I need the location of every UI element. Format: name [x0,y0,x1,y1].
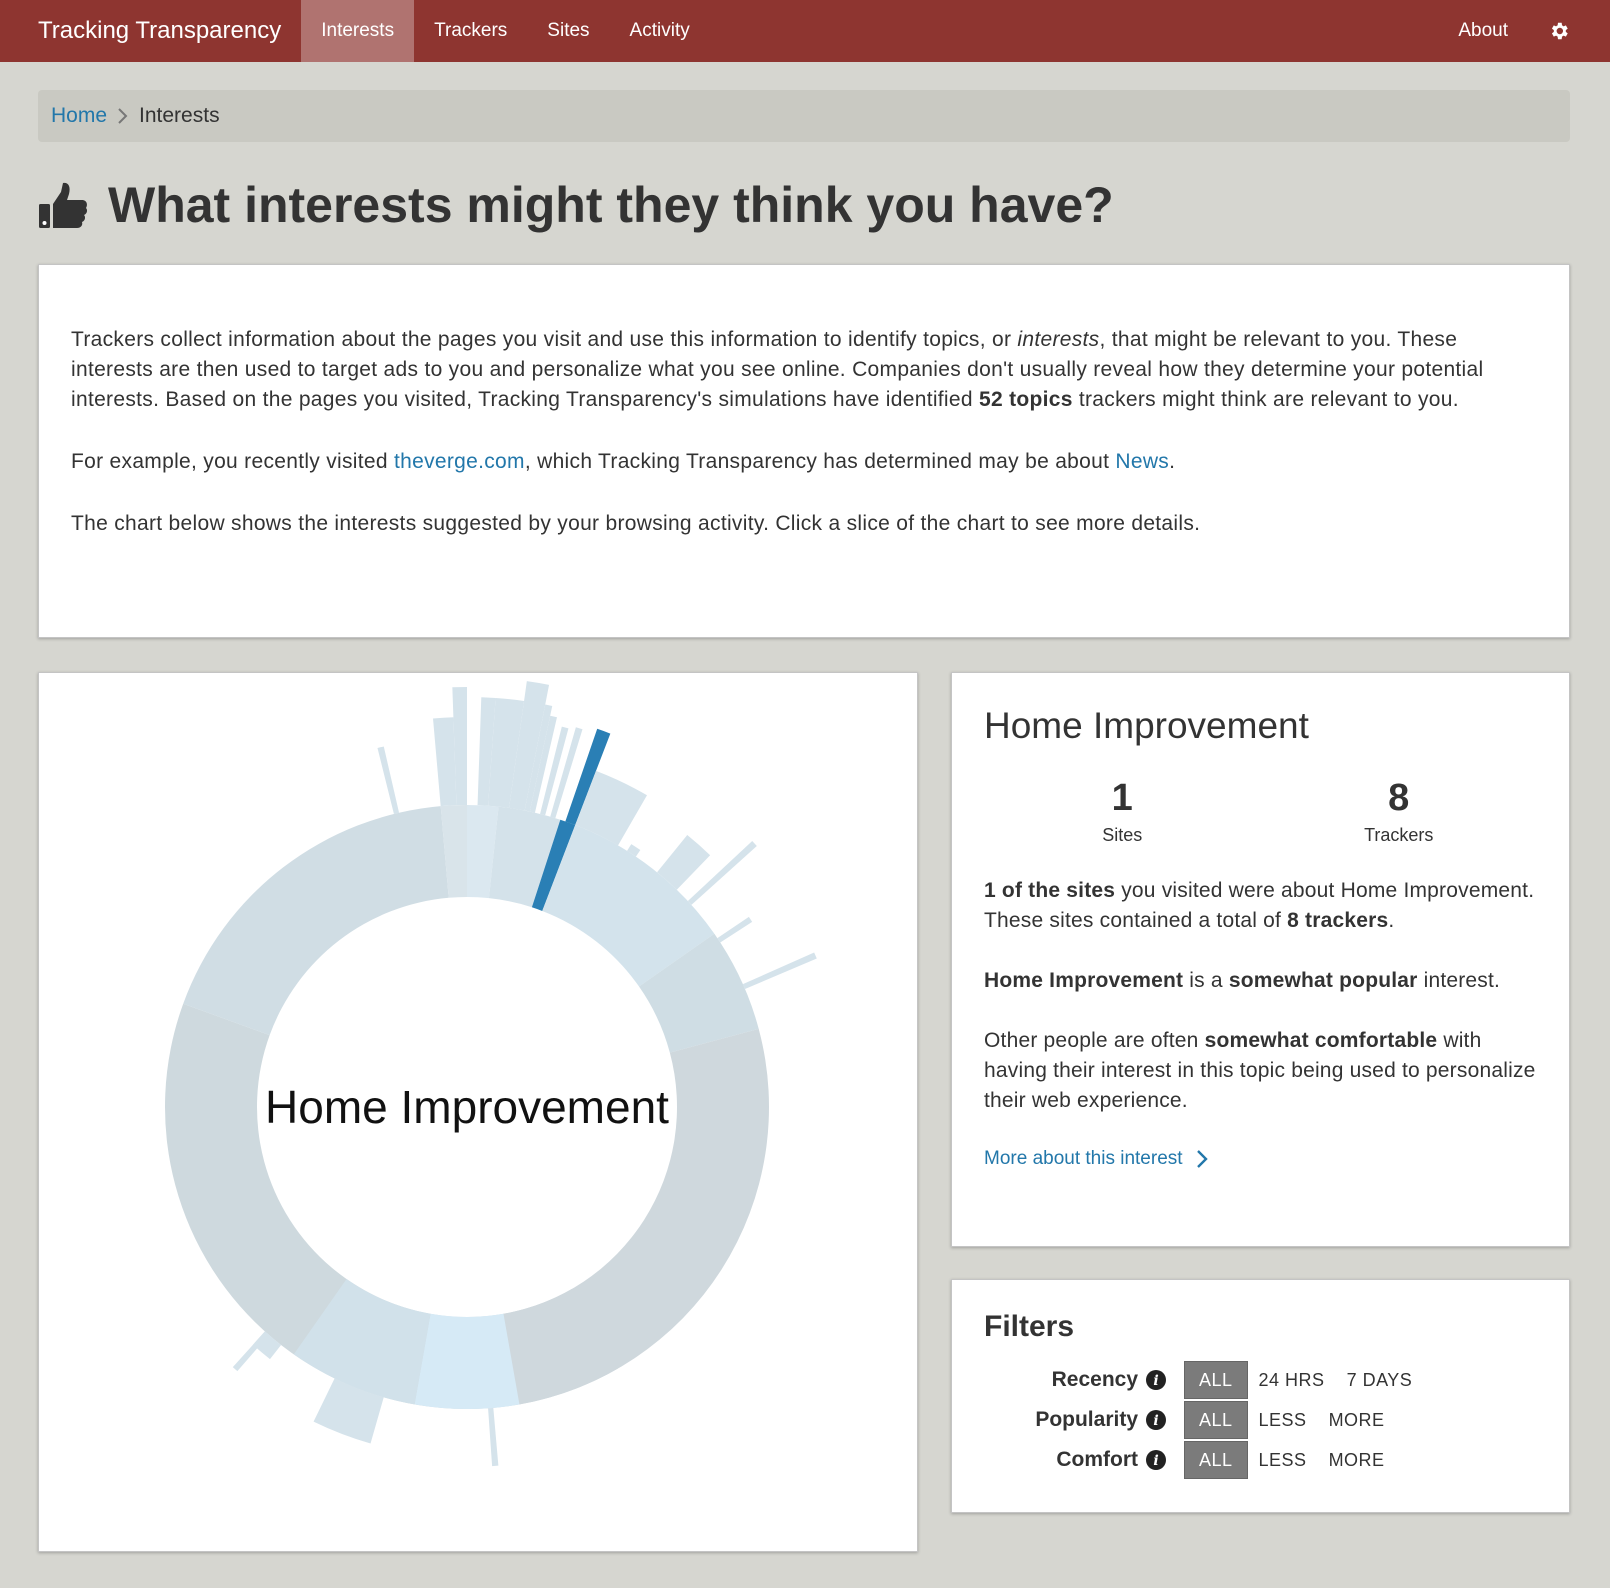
sunburst-outer-slice[interactable] [717,916,753,943]
filters-card: Filters Recency i ALL 24 HRS 7 DAYS Popu… [951,1279,1570,1513]
intro-paragraph-1: Trackers collect information about the p… [71,325,1537,415]
info-icon[interactable]: i [1146,1450,1166,1470]
detail-comfort-text: Other people are often somewhat comforta… [984,1026,1537,1116]
recency-option-7days[interactable]: 7 DAYS [1336,1361,1424,1399]
filter-options: ALL 24 HRS 7 DAYS [1184,1361,1423,1399]
chart-card: Home Improvement [38,672,918,1552]
sunburst-center-label: Home Improvement [265,1081,669,1133]
nav-item-activity[interactable]: Activity [610,0,710,62]
detail-strong: 1 of the sites [984,879,1116,902]
detail-strong: 8 trackers [1287,909,1389,932]
thumbs-up-icon [39,182,88,228]
intro-paragraph-2: For example, you recently visited thever… [71,447,1537,477]
intro-card: Trackers collect information about the p… [38,264,1570,638]
detail-text-span: is a [1183,969,1229,992]
filter-row-comfort: Comfort i ALL LESS MORE [984,1440,1537,1480]
breadcrumb: Home Interests [38,90,1570,142]
brand-title[interactable]: Tracking Transparency [0,0,301,62]
sunburst-chart[interactable]: Home Improvement [39,673,917,1551]
intro-emphasis: interests [1017,328,1100,351]
sunburst-slice[interactable] [414,1313,520,1409]
page-title-row: What interests might they think you have… [38,176,1114,234]
more-link-label: More about this interest [984,1148,1183,1169]
detail-text-span: interest. [1417,969,1501,992]
info-icon[interactable]: i [1146,1370,1166,1390]
filter-label: Popularity i [984,1408,1166,1432]
intro-text: Trackers collect information about the p… [71,328,1018,351]
comfort-option-all[interactable]: ALL [1184,1441,1248,1479]
detail-strong: somewhat comfortable [1204,1029,1438,1052]
filter-label: Comfort i [984,1448,1166,1472]
svg-text:i: i [1153,1413,1158,1429]
interest-detail-card: Home Improvement 1 Sites 8 Trackers 1 of… [951,672,1570,1247]
nav-item-trackers[interactable]: Trackers [414,0,527,62]
more-about-interest-link[interactable]: More about this interest [984,1148,1537,1170]
topic-count: 52 topics [979,388,1073,411]
chevron-right-icon [1196,1150,1208,1168]
filter-row-popularity: Popularity i ALL LESS MORE [984,1400,1537,1440]
sunburst-outer-slice[interactable] [742,952,817,989]
intro-text: For example, you recently visited [71,450,394,473]
comfort-option-more[interactable]: MORE [1318,1441,1396,1479]
filter-rows: Recency i ALL 24 HRS 7 DAYS Popularity i… [984,1360,1537,1480]
filter-label: Recency i [984,1368,1166,1392]
recency-option-24hrs[interactable]: 24 HRS [1248,1361,1336,1399]
sites-label: Sites [1102,825,1143,845]
trackers-stat: 8 Trackers [1261,777,1538,846]
example-topic-link[interactable]: News [1115,450,1169,473]
nav-item-interests[interactable]: Interests [301,0,415,62]
chevron-right-icon [117,107,129,125]
popularity-option-all[interactable]: ALL [1184,1401,1248,1439]
breadcrumb-home-link[interactable]: Home [51,104,107,128]
popularity-option-more[interactable]: MORE [1318,1401,1396,1439]
detail-strong: Home Improvement [984,969,1184,992]
popularity-option-less[interactable]: LESS [1248,1401,1318,1439]
svg-text:i: i [1153,1453,1158,1469]
trackers-count: 8 [1388,777,1410,819]
filter-label-text: Recency [1051,1368,1138,1391]
filter-options: ALL LESS MORE [1184,1401,1396,1439]
trackers-label: Trackers [1364,825,1434,845]
info-icon[interactable]: i [1146,1410,1166,1430]
example-site-link[interactable]: theverge.com [394,450,525,473]
svg-text:i: i [1153,1373,1158,1389]
detail-text-span: . [1388,909,1395,932]
breadcrumb-current: Interests [139,104,220,127]
filters-title: Filters [984,1310,1075,1343]
sunburst-outer-slice[interactable] [488,1407,499,1467]
detail-strong: somewhat popular [1228,969,1418,992]
sunburst-slice[interactable] [183,806,449,1036]
filter-label-text: Popularity [1035,1408,1138,1431]
detail-sites-text: 1 of the sites you visited were about Ho… [984,876,1537,936]
sunburst-outer-slice[interactable] [377,746,400,814]
detail-text-span: Other people are often [984,1029,1205,1052]
intro-text: . [1169,450,1176,473]
sunburst-outer-slice[interactable] [433,717,457,807]
gear-icon [1551,22,1568,40]
top-navbar: Tracking Transparency Interests Trackers… [0,0,1610,62]
filter-row-recency: Recency i ALL 24 HRS 7 DAYS [984,1360,1537,1400]
sites-count: 1 [1111,777,1133,819]
detail-popularity-text: Home Improvement is a somewhat popular i… [984,966,1537,996]
page-title: What interests might they think you have… [108,177,1114,233]
interest-stats: 1 Sites 8 Trackers [984,777,1537,846]
intro-text: , which Tracking Transparency has determ… [524,450,1116,473]
recency-option-all[interactable]: ALL [1184,1361,1248,1399]
filter-options: ALL LESS MORE [1184,1441,1396,1479]
nav-item-about[interactable]: About [1438,0,1528,62]
intro-text: trackers might think are relevant to you… [1072,388,1459,411]
filter-label-text: Comfort [1056,1448,1138,1471]
intro-paragraph-3: The chart below shows the interests sugg… [71,512,1201,535]
nav-item-sites[interactable]: Sites [527,0,609,62]
comfort-option-less[interactable]: LESS [1248,1441,1318,1479]
settings-button[interactable] [1528,0,1610,62]
interest-title: Home Improvement [984,705,1309,746]
sites-stat: 1 Sites [984,777,1261,846]
